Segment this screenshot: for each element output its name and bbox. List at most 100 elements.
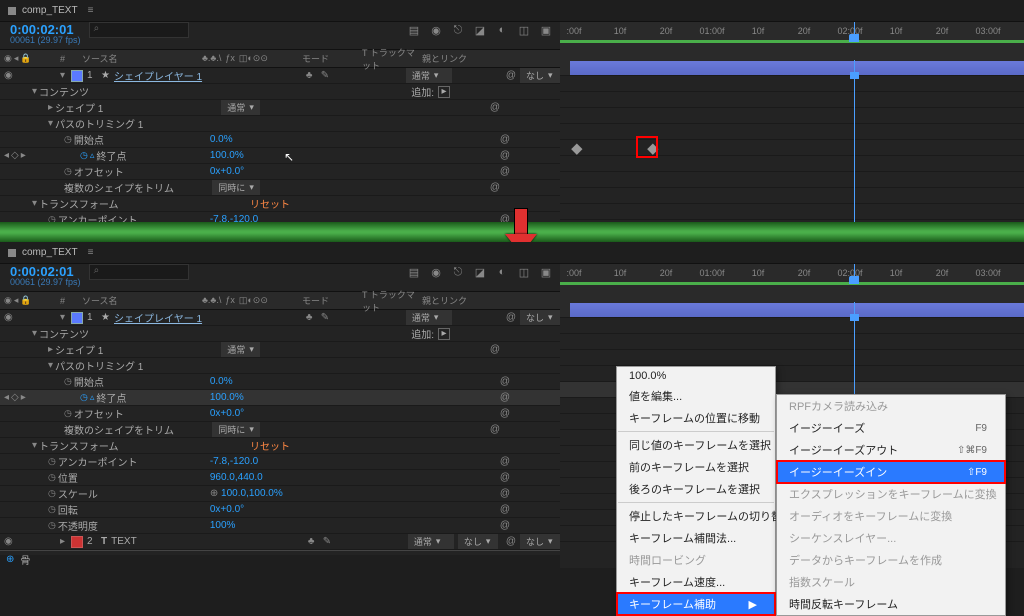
time-ruler[interactable]: :00f 10f 20f 01:00f 10f 20f 02:00f 10f 2… bbox=[560, 264, 1024, 284]
add-keyframe-icon[interactable]: ◇ bbox=[11, 150, 19, 161]
parent-dropdown[interactable]: なし▾ bbox=[520, 534, 560, 549]
visibility-toggle[interactable]: ◉ bbox=[4, 536, 13, 547]
layer-bar[interactable] bbox=[570, 303, 1024, 317]
comp-tab[interactable]: comp_TEXT bbox=[22, 247, 78, 258]
panel-menu-icon[interactable]: ≡ bbox=[88, 5, 94, 16]
menu-toggle-hold[interactable]: 停止したキーフレームの切り替え bbox=[617, 505, 775, 527]
time-ruler[interactable]: :00f 10f 20f 01:00f 10f 20f 02:00f 10f 2… bbox=[560, 22, 1024, 42]
submenu-easy-ease-in[interactable]: イージーイーズイン⇧F9 bbox=[777, 461, 1005, 483]
menu-select-same[interactable]: 同じ値のキーフレームを選択 bbox=[617, 434, 775, 456]
trim-multi-dropdown[interactable]: 同時に▾ bbox=[212, 180, 260, 195]
search-input[interactable]: ⌕ bbox=[89, 22, 189, 38]
link-icon[interactable]: @ bbox=[500, 150, 510, 161]
parent-dropdown[interactable]: なし▾ bbox=[520, 310, 560, 325]
layer-color-swatch[interactable] bbox=[71, 312, 83, 324]
stopwatch-icon[interactable]: ◷ bbox=[64, 134, 72, 145]
link-icon[interactable]: @ bbox=[500, 134, 510, 145]
snap-icon[interactable]: ▣ bbox=[538, 264, 554, 280]
menu-keyframe-assist[interactable]: キーフレーム補助 ▶ bbox=[617, 593, 775, 615]
reset-link[interactable]: リセット bbox=[250, 438, 560, 453]
end-value[interactable]: 100.0% bbox=[210, 150, 290, 161]
menu-select-next[interactable]: 後ろのキーフレームを選択 bbox=[617, 478, 775, 500]
parent-pickwhip-icon[interactable]: @ bbox=[506, 312, 516, 323]
stopwatch-on-icon[interactable]: ◷ bbox=[80, 392, 88, 403]
prev-keyframe-icon[interactable]: ◂ bbox=[4, 150, 9, 161]
shape-group[interactable]: シェイプ 1 bbox=[55, 100, 103, 115]
motionblur-icon[interactable]: ◐ bbox=[494, 264, 510, 280]
blend-mode-dropdown[interactable]: 通常▾ bbox=[406, 68, 452, 83]
menu-select-prev[interactable]: 前のキーフレームを選択 bbox=[617, 456, 775, 478]
add-button[interactable]: ▸ bbox=[438, 328, 450, 340]
visibility-toggle[interactable]: ◉ bbox=[4, 312, 13, 323]
layer-name[interactable]: TEXT bbox=[111, 536, 137, 547]
menu-current-value[interactable]: 100.0% bbox=[617, 367, 775, 385]
stopwatch-icon[interactable]: ◷ bbox=[64, 166, 72, 177]
comp-tab[interactable]: comp_TEXT bbox=[22, 5, 78, 16]
prev-keyframe-icon[interactable]: ◂ bbox=[4, 392, 9, 403]
layer-name[interactable]: シェイプレイヤー 1 bbox=[114, 310, 202, 325]
frameblend-icon[interactable]: ◪ bbox=[472, 264, 488, 280]
end-prop[interactable]: 終了点 bbox=[96, 148, 126, 163]
chevron-right-icon[interactable]: ▸ bbox=[60, 536, 65, 547]
chevron-right-icon[interactable]: ▸ bbox=[48, 102, 53, 113]
brainstorm-icon[interactable]: ◫ bbox=[516, 22, 532, 38]
blend-mode-dropdown[interactable]: 通常▾ bbox=[406, 310, 452, 325]
stopwatch-icon[interactable]: ◷ bbox=[64, 408, 72, 419]
trackmatte-dropdown[interactable]: なし▾ bbox=[458, 534, 498, 549]
chevron-down-icon[interactable]: ▾ bbox=[32, 440, 37, 451]
menu-edit-value[interactable]: 値を編集... bbox=[617, 385, 775, 407]
link-icon[interactable]: @ bbox=[490, 102, 500, 113]
layer-color-swatch[interactable] bbox=[71, 536, 83, 548]
keyframe-context-menu[interactable]: 100.0% 値を編集... キーフレームの位置に移動 同じ値のキーフレームを選… bbox=[616, 366, 776, 616]
layer-color-swatch[interactable] bbox=[71, 70, 83, 82]
add-keyframe-icon[interactable]: ◇ bbox=[11, 392, 19, 403]
chevron-down-icon[interactable]: ▾ bbox=[60, 70, 65, 81]
visibility-toggle[interactable]: ◉ bbox=[4, 70, 13, 81]
menu-velocity[interactable]: キーフレーム速度... bbox=[617, 571, 775, 593]
draft3d-icon[interactable]: ◉ bbox=[428, 264, 444, 280]
playhead[interactable] bbox=[854, 22, 855, 40]
add-button[interactable]: ▸ bbox=[438, 86, 450, 98]
link-icon[interactable]: @ bbox=[500, 166, 510, 177]
start-prop[interactable]: 開始点 bbox=[74, 132, 104, 147]
next-keyframe-icon[interactable]: ▸ bbox=[21, 150, 26, 161]
shy-icon[interactable]: ⎋ bbox=[450, 264, 466, 280]
start-value[interactable]: 0.0% bbox=[210, 134, 290, 145]
snap-icon[interactable]: ▣ bbox=[538, 22, 554, 38]
stopwatch-icon[interactable]: ◷ bbox=[64, 376, 72, 387]
chevron-down-icon[interactable]: ▾ bbox=[48, 118, 53, 129]
parent-pickwhip-icon[interactable]: @ bbox=[506, 70, 516, 81]
panel-menu-icon[interactable]: ≡ bbox=[88, 247, 94, 258]
chevron-down-icon[interactable]: ▾ bbox=[32, 328, 37, 339]
offset-value[interactable]: 0x+0.0° bbox=[210, 166, 290, 177]
parent-dropdown[interactable]: なし▾ bbox=[520, 68, 560, 83]
frame-render-icon[interactable]: 骨 bbox=[20, 552, 30, 567]
frameblend-icon[interactable]: ◪ bbox=[472, 22, 488, 38]
shape-mode-dropdown[interactable]: 通常▾ bbox=[221, 342, 260, 357]
submenu-time-reverse[interactable]: 時間反転キーフレーム bbox=[777, 593, 1005, 615]
graph-editor-icon[interactable]: ▤ bbox=[406, 22, 422, 38]
transform-group[interactable]: トランスフォーム bbox=[39, 196, 119, 211]
keyframe-diamond[interactable] bbox=[571, 143, 582, 154]
draft3d-icon[interactable]: ◉ bbox=[428, 22, 444, 38]
menu-goto-keyframe[interactable]: キーフレームの位置に移動 bbox=[617, 407, 775, 429]
chevron-down-icon[interactable]: ▾ bbox=[60, 312, 65, 323]
brainstorm-icon[interactable]: ◫ bbox=[516, 264, 532, 280]
stopwatch-on-icon[interactable]: ◷ bbox=[80, 150, 88, 161]
layer-bar[interactable] bbox=[570, 61, 1024, 75]
shy-icon[interactable]: ⎋ bbox=[450, 22, 466, 38]
chevron-down-icon[interactable]: ▾ bbox=[32, 198, 37, 209]
toggle-switches-icon[interactable]: ⊕ bbox=[6, 554, 14, 565]
offset-prop[interactable]: オフセット bbox=[74, 164, 124, 179]
graph-editor-icon[interactable]: ▤ bbox=[406, 264, 422, 280]
trim-multi-dropdown[interactable]: 同時に▾ bbox=[212, 422, 260, 437]
search-input[interactable]: ⌕ bbox=[89, 264, 189, 280]
chevron-down-icon[interactable]: ▾ bbox=[48, 360, 53, 371]
contents-group[interactable]: コンテンツ bbox=[39, 84, 89, 99]
link-icon[interactable]: @ bbox=[490, 182, 500, 193]
blend-mode-dropdown[interactable]: 通常▾ bbox=[408, 534, 454, 549]
shape-mode-dropdown[interactable]: 通常▾ bbox=[221, 100, 260, 115]
chevron-down-icon[interactable]: ▾ bbox=[32, 86, 37, 97]
layer-name[interactable]: シェイプレイヤー 1 bbox=[114, 68, 202, 83]
submenu-easy-ease[interactable]: イージーイーズF9 bbox=[777, 417, 1005, 439]
